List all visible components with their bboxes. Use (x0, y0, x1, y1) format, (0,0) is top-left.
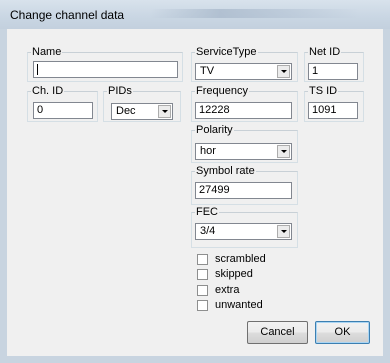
ts-id-label: TS ID (309, 85, 338, 97)
checkbox-box[interactable] (197, 300, 208, 311)
checkbox-box[interactable] (197, 285, 208, 296)
dialog-body: Name ServiceType TV Net ID 1 Ch. ID 0 PI… (7, 29, 383, 356)
service-type-value: TV (200, 65, 215, 77)
chevron-down-icon[interactable] (277, 145, 290, 158)
checkbox-box[interactable] (197, 254, 208, 265)
unwanted-label: unwanted (215, 299, 263, 311)
name-input[interactable] (33, 61, 178, 78)
symbol-rate-input[interactable]: 27499 (195, 182, 292, 199)
ch-id-input[interactable]: 0 (33, 102, 93, 119)
frequency-input[interactable]: 12228 (195, 102, 292, 119)
name-label: Name (32, 46, 62, 58)
text-caret (37, 64, 38, 75)
title-bar[interactable]: Change channel data (0, 0, 390, 30)
polarity-label: Polarity (196, 124, 233, 136)
net-id-input[interactable]: 1 (308, 63, 358, 80)
fec-value: 3/4 (200, 225, 216, 237)
chevron-down-icon[interactable] (277, 225, 290, 238)
service-type-select[interactable]: TV (195, 63, 292, 80)
fec-select[interactable]: 3/4 (195, 223, 292, 240)
cancel-button[interactable]: Cancel (247, 321, 308, 344)
frequency-label: Frequency (196, 85, 248, 97)
ts-id-input[interactable]: 1091 (308, 102, 358, 119)
window-frame-left (0, 29, 7, 363)
net-id-label: Net ID (309, 46, 341, 58)
ok-button[interactable]: OK (315, 321, 370, 344)
checkbox-box[interactable] (197, 269, 208, 280)
window-frame-bottom (0, 356, 390, 363)
extra-label: extra (215, 284, 240, 296)
background-window-title-blur (150, 9, 360, 18)
skipped-label: skipped (215, 268, 253, 280)
fec-label: FEC (196, 206, 218, 218)
symbol-rate-label: Symbol rate (196, 165, 255, 177)
chevron-down-icon[interactable] (158, 105, 171, 118)
ch-id-label: Ch. ID (32, 85, 64, 97)
window-frame-right (383, 29, 390, 363)
pids-select[interactable]: Dec (111, 103, 173, 120)
scrambled-label: scrambled (215, 253, 266, 265)
chevron-down-icon[interactable] (277, 65, 290, 78)
polarity-value: hor (200, 145, 216, 157)
service-type-label: ServiceType (196, 46, 257, 58)
window-title: Change channel data (10, 8, 125, 22)
polarity-select[interactable]: hor (195, 143, 292, 160)
pids-label: PIDs (108, 85, 132, 97)
pids-value: Dec (116, 105, 136, 117)
